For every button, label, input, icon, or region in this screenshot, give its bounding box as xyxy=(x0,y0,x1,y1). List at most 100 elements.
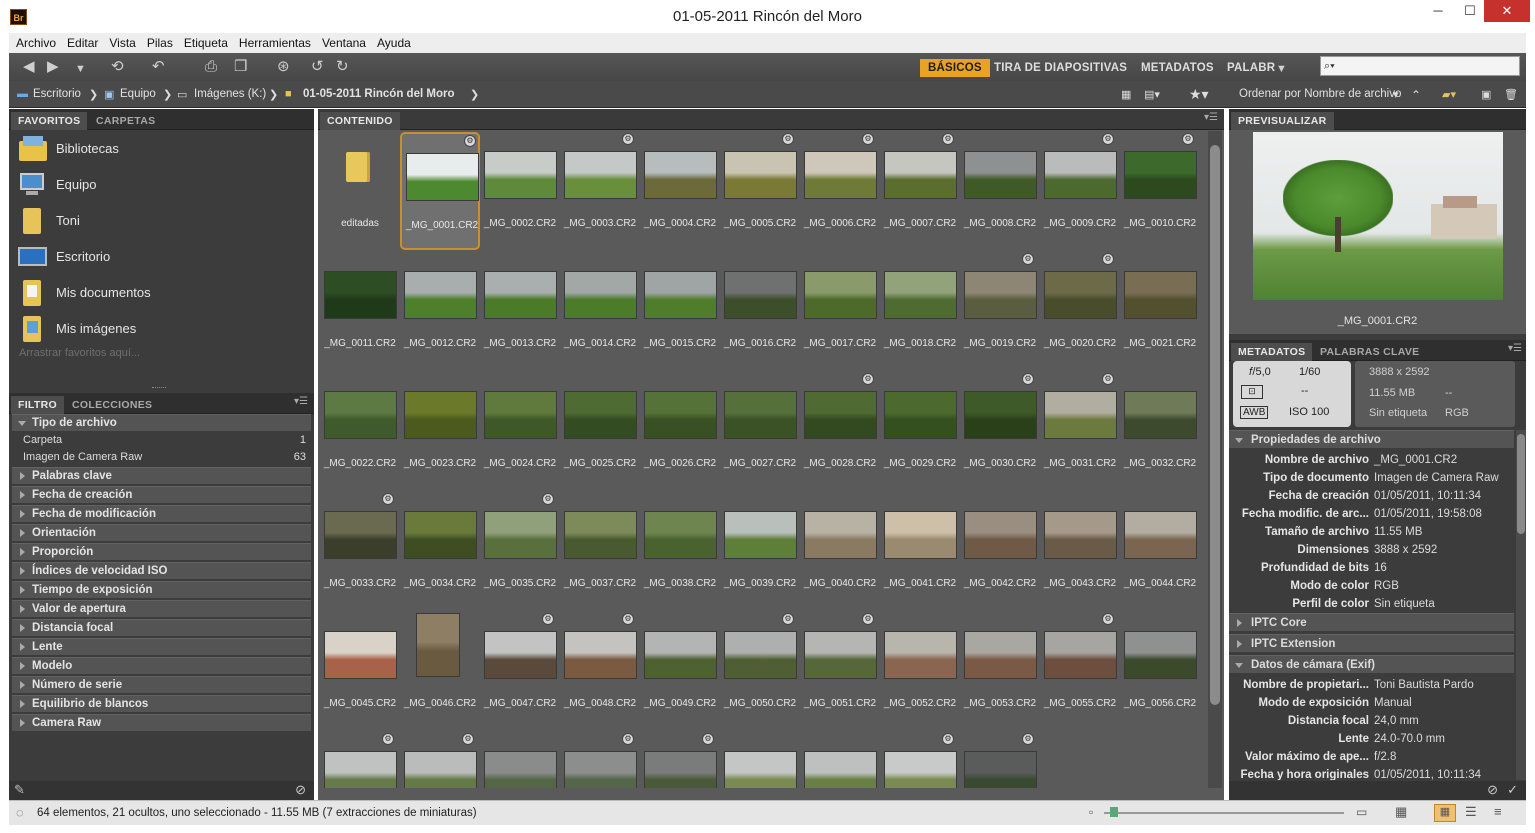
photo-thumbnail[interactable] xyxy=(564,391,637,439)
photo-thumbnail[interactable] xyxy=(804,751,877,788)
tab-favoritos[interactable]: FAVORITOS xyxy=(11,112,88,130)
filter-group[interactable]: Valor de apertura xyxy=(12,600,311,617)
filter-group[interactable]: Fecha de creación xyxy=(12,486,311,503)
pin-icon[interactable]: ✎ xyxy=(14,782,25,798)
clear-filter-icon[interactable]: ⊘ xyxy=(295,782,306,798)
photo-thumbnail[interactable] xyxy=(564,271,637,319)
thumbnail-item[interactable]: _MG_0056.CR2 xyxy=(1120,612,1200,730)
photo-thumbnail[interactable] xyxy=(1124,391,1197,439)
tab-previsualizar[interactable]: PREVISUALIZAR xyxy=(1231,112,1334,130)
photo-thumbnail[interactable] xyxy=(484,151,557,199)
thumbnail-item[interactable]: _MG_0004.CR2 xyxy=(640,132,720,250)
photo-thumbnail[interactable] xyxy=(324,271,397,319)
photo-thumbnail[interactable] xyxy=(964,631,1037,679)
new-folder-icon[interactable]: ▣ xyxy=(1481,88,1491,101)
thumbnail-item[interactable]: ⚙ _MG_0047.CR2 xyxy=(480,612,560,730)
view-thumbnails-icon[interactable]: ▦ xyxy=(1434,804,1456,822)
thumbnail-item[interactable]: ⚙ _MG_0055.CR2 xyxy=(1040,612,1120,730)
thumbnail-item[interactable]: _MG_0040.CR2 xyxy=(800,492,880,610)
photo-thumbnail[interactable] xyxy=(404,271,477,319)
photo-thumbnail[interactable] xyxy=(724,391,797,439)
panel-menu-icon[interactable]: ▾☰ xyxy=(1204,112,1218,123)
photo-thumbnail[interactable] xyxy=(404,391,477,439)
breadcrumb-imagenes[interactable]: Imágenes (K:) xyxy=(194,87,266,101)
filter-group[interactable]: Palabras clave xyxy=(12,467,311,484)
thumbnail-item[interactable]: ⚙ _MG_0030.CR2 xyxy=(960,372,1040,490)
photo-thumbnail[interactable] xyxy=(804,391,877,439)
scrollbar-thumb[interactable] xyxy=(1210,145,1220,705)
photo-thumbnail[interactable] xyxy=(804,631,877,679)
photo-thumbnail[interactable] xyxy=(884,751,957,788)
thumbnail-item[interactable]: _MG_0041.CR2 xyxy=(880,492,960,610)
section-iptc-extension[interactable]: IPTC Extension xyxy=(1229,634,1514,652)
thumbnail-item[interactable]: _MG_0046.CR2 xyxy=(400,612,480,730)
thumbnail-item[interactable]: _MG_0024.CR2 xyxy=(480,372,560,490)
thumbnail-item[interactable] xyxy=(800,732,880,788)
photo-thumbnail[interactable] xyxy=(1044,151,1117,199)
photo-thumbnail[interactable] xyxy=(484,511,557,559)
photo-thumbnail[interactable] xyxy=(644,511,717,559)
photo-thumbnail[interactable] xyxy=(324,511,397,559)
forward-arrow-icon[interactable]: ▶ xyxy=(47,58,59,76)
filter-group-open[interactable]: Tipo de archivo xyxy=(12,414,311,431)
thumbnail-item[interactable]: _MG_0016.CR2 xyxy=(720,252,800,370)
photo-thumbnail[interactable] xyxy=(564,151,637,199)
photo-thumbnail[interactable] xyxy=(324,751,397,788)
thumbnail-item[interactable]: ⚙ _MG_0028.CR2 xyxy=(800,372,880,490)
thumbnail-item[interactable]: ⚙ _MG_0019.CR2 xyxy=(960,252,1040,370)
rotate-left-icon[interactable]: ↺ xyxy=(311,58,324,76)
thumbnail-item[interactable]: _MG_0014.CR2 xyxy=(560,252,640,370)
photo-thumbnail[interactable] xyxy=(724,271,797,319)
thumbnail-item[interactable]: ⚙ _MG_0020.CR2 xyxy=(1040,252,1120,370)
favorite-escritorio[interactable]: Escritorio xyxy=(17,239,110,273)
tab-filtro[interactable]: FILTRO xyxy=(11,396,64,414)
photo-thumbnail[interactable] xyxy=(964,751,1037,788)
thumbnail-item[interactable]: _MG_0052.CR2 xyxy=(880,612,960,730)
thumbnail-item[interactable]: ⚙ _MG_0051.CR2 xyxy=(800,612,880,730)
content-scrollbar[interactable] xyxy=(1208,131,1222,788)
zoom-out-icon[interactable]: ▫ xyxy=(1089,805,1093,819)
chevron-right-icon[interactable]: ❯ xyxy=(163,88,172,101)
preview-image[interactable] xyxy=(1253,132,1503,300)
thumbnail-item[interactable]: ⚙ _MG_0010.CR2 xyxy=(1120,132,1200,250)
thumbnail-item[interactable]: _MG_0037.CR2 xyxy=(560,492,640,610)
photo-thumbnail[interactable] xyxy=(564,631,637,679)
thumbnail-item[interactable]: ⚙ _MG_0048.CR2 xyxy=(560,612,640,730)
tab-contenido[interactable]: CONTENIDO xyxy=(320,112,400,130)
star-filter-icon[interactable]: ★▾ xyxy=(1189,86,1209,103)
trash-icon[interactable]: 🗑 xyxy=(1504,88,1518,101)
workspace-tira[interactable]: TIRA DE DIAPOSITIVAS xyxy=(994,59,1127,77)
close-button[interactable]: ✕ xyxy=(1484,0,1530,22)
section-exif[interactable]: Datos de cámara (Exif) xyxy=(1229,655,1514,673)
panel-menu-icon[interactable]: ▾☰ xyxy=(1508,343,1522,354)
sort-ascending-icon[interactable]: ⌃ xyxy=(1411,88,1421,102)
thumbnail-item[interactable]: _MG_0011.CR2 xyxy=(320,252,400,370)
photo-thumbnail[interactable] xyxy=(1124,511,1197,559)
photo-thumbnail[interactable] xyxy=(484,391,557,439)
tab-colecciones[interactable]: COLECCIONES xyxy=(65,396,159,414)
refine-icon[interactable]: ❐ xyxy=(234,58,247,76)
thumbnail-item[interactable]: _MG_0049.CR2 xyxy=(640,612,720,730)
photo-thumbnail[interactable] xyxy=(724,631,797,679)
menu-archivo[interactable]: Archivo xyxy=(16,36,56,50)
thumbnail-item[interactable]: ⚙ _MG_0035.CR2 xyxy=(480,492,560,610)
quality-grid-icon[interactable]: ▦ xyxy=(1121,88,1131,101)
back-arrow-icon[interactable]: ◀ xyxy=(23,58,35,76)
metadata-scrollbar[interactable] xyxy=(1516,430,1526,780)
favorite-mis-imagenes[interactable]: Mis imágenes xyxy=(17,311,136,345)
thumbnail-item[interactable]: _MG_0008.CR2 xyxy=(960,132,1040,250)
thumbnail-item[interactable]: _MG_0027.CR2 xyxy=(720,372,800,490)
thumbnail-item[interactable]: _MG_0026.CR2 xyxy=(640,372,720,490)
photo-thumbnail[interactable] xyxy=(884,391,957,439)
tab-palabras-clave[interactable]: PALABRAS CLAVE xyxy=(1313,343,1426,361)
photo-thumbnail[interactable] xyxy=(484,751,557,788)
photo-thumbnail[interactable] xyxy=(404,511,477,559)
photo-thumbnail[interactable] xyxy=(884,151,957,199)
thumbnail-item[interactable]: ⚙ xyxy=(960,732,1040,788)
history-dropdown-icon[interactable]: ▼ xyxy=(75,60,86,78)
filter-group[interactable]: Lente xyxy=(12,638,311,655)
workspace-more-icon[interactable]: ▼ xyxy=(1276,60,1287,78)
thumbnail-item[interactable]: _MG_0038.CR2 xyxy=(640,492,720,610)
thumbnail-item[interactable]: _MG_0022.CR2 xyxy=(320,372,400,490)
thumbnail-item[interactable]: _MG_0043.CR2 xyxy=(1040,492,1120,610)
